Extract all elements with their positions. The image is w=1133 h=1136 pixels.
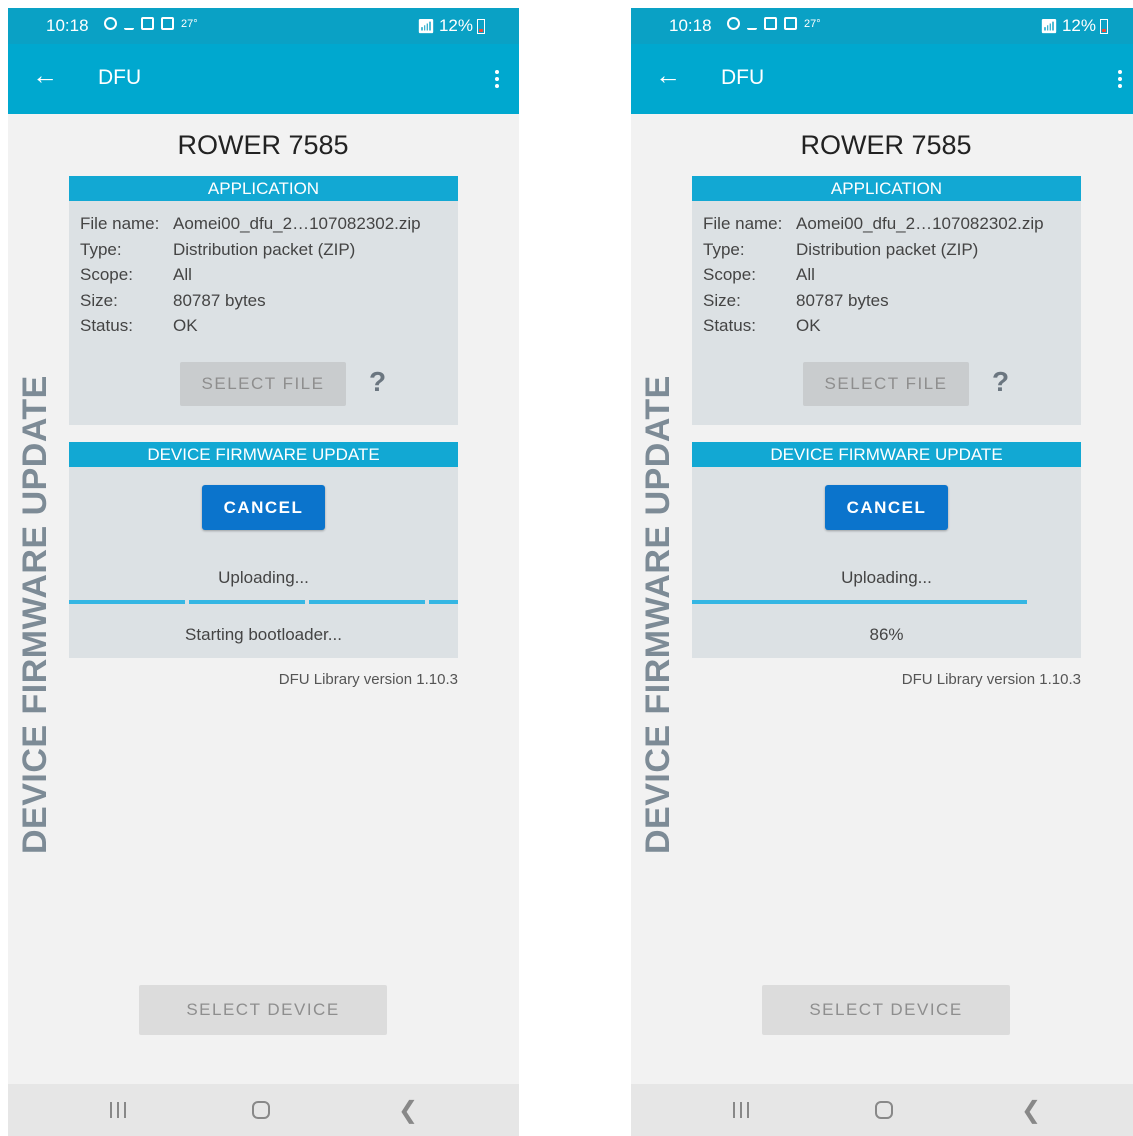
info-row-type: Type: Distribution packet (ZIP)	[703, 239, 979, 259]
application-panel: APPLICATION File name: Aomei00_dfu_2…1070…	[692, 176, 1081, 425]
more-options-icon[interactable]	[1118, 70, 1122, 91]
select-file-button[interactable]: SELECT FILE	[803, 362, 969, 406]
recent-apps-icon[interactable]	[733, 1102, 749, 1118]
status-bar: 10:18 27° 📶︎ 12%	[631, 8, 1133, 44]
info-row-size: Size: 80787 bytes	[80, 290, 266, 310]
device-name: ROWER 7585	[800, 130, 972, 160]
dfu-panel-header: DEVICE FIRMWARE UPDATE	[692, 442, 1081, 467]
file-info: File name: Aomei00_dfu_2…107082302.zip Ty…	[703, 211, 1044, 339]
dfu-panel: DEVICE FIRMWARE UPDATE CANCEL Uploading.…	[692, 442, 1081, 658]
dfu-status-text: Starting bootloader...	[185, 625, 342, 644]
nav-bar: ❮	[631, 1084, 1133, 1136]
battery-icon	[477, 18, 485, 34]
back-arrow-icon[interactable]: ←	[32, 60, 58, 91]
recent-apps-icon[interactable]	[110, 1102, 126, 1118]
info-row-file-name: File name: Aomei00_dfu_2…107082302.zip	[703, 214, 1044, 233]
notification-icons: 27°	[727, 17, 821, 30]
phone-screen-right: 10:18 27° 📶︎ 12% ← DFU DEVICE FIRMWARE U…	[631, 8, 1133, 1136]
wifi-signal-icon: 📶︎	[417, 17, 435, 34]
device-name: ROWER 7585	[177, 130, 349, 160]
sync-icon	[727, 17, 740, 30]
sync-icon	[104, 17, 117, 30]
status-right: 📶︎ 12%	[1040, 16, 1108, 36]
home-icon[interactable]	[252, 1101, 270, 1119]
library-version: DFU Library version 1.10.3	[278, 671, 458, 688]
phone-screen-left: 10:18 27° 📶︎ 12% ← DFU DEVICE FIRMWARE U…	[8, 8, 519, 1136]
info-row-type: Type: Distribution packet (ZIP)	[80, 239, 356, 259]
nav-back-icon[interactable]: ❮	[398, 1096, 418, 1125]
cancel-button[interactable]: CANCEL	[825, 485, 948, 530]
progress-bar-indeterminate	[69, 600, 458, 604]
application-panel-header: APPLICATION	[69, 176, 458, 201]
app-bar: ← DFU	[631, 44, 1133, 114]
screenshot-icon	[161, 17, 174, 30]
screenshot-icon	[784, 17, 797, 30]
weather-temperature: 27°	[181, 17, 198, 30]
status-time: 10:18	[669, 16, 712, 35]
info-row-status: Status: OK	[80, 316, 198, 335]
nav-back-icon[interactable]: ❮	[1021, 1096, 1041, 1125]
status-time: 10:18	[46, 16, 89, 35]
dfu-panel: DEVICE FIRMWARE UPDATE CANCEL Uploading.…	[69, 442, 458, 658]
more-options-icon[interactable]	[495, 70, 499, 91]
cancel-button[interactable]: CANCEL	[202, 485, 325, 530]
select-file-button[interactable]: SELECT FILE	[180, 362, 346, 406]
select-device-button[interactable]: SELECT DEVICE	[139, 985, 387, 1035]
progress-bar	[692, 600, 1081, 604]
app-title: DFU	[721, 66, 765, 89]
help-icon[interactable]: ?	[992, 366, 1009, 398]
uploading-label: Uploading...	[841, 568, 932, 587]
side-section-label: DEVICE FIRMWARE UPDATE	[16, 375, 54, 854]
nav-bar: ❮	[8, 1084, 519, 1136]
info-row-scope: Scope: All	[80, 265, 192, 284]
file-info: File name: Aomei00_dfu_2…107082302.zip Ty…	[80, 211, 421, 339]
app-bar: ← DFU	[8, 44, 519, 114]
weather-temperature: 27°	[804, 17, 821, 30]
status-bar: 10:18 27° 📶︎ 12%	[8, 8, 519, 44]
dfu-status-text: 86%	[869, 625, 904, 644]
battery-percent: 12%	[438, 16, 473, 35]
info-row-status: Status: OK	[703, 316, 821, 335]
notification-icons: 27°	[104, 17, 198, 30]
download-icon	[124, 17, 134, 30]
progress-bar-fill	[692, 600, 1027, 604]
info-row-scope: Scope: All	[703, 265, 815, 284]
library-version: DFU Library version 1.10.3	[901, 671, 1081, 688]
info-row-file-name: File name: Aomei00_dfu_2…107082302.zip	[80, 214, 421, 233]
wifi-signal-icon: 📶︎	[1040, 17, 1058, 34]
app-title: DFU	[98, 66, 142, 89]
download-icon	[747, 17, 757, 30]
help-icon[interactable]: ?	[369, 366, 386, 398]
home-icon[interactable]	[875, 1101, 893, 1119]
back-arrow-icon[interactable]: ←	[655, 60, 681, 91]
dfu-panel-header: DEVICE FIRMWARE UPDATE	[69, 442, 458, 467]
gallery-icon	[141, 17, 154, 30]
info-row-size: Size: 80787 bytes	[703, 290, 889, 310]
side-section-label: DEVICE FIRMWARE UPDATE	[639, 375, 677, 854]
application-panel-header: APPLICATION	[692, 176, 1081, 201]
select-device-button[interactable]: SELECT DEVICE	[762, 985, 1010, 1035]
application-panel: APPLICATION File name: Aomei00_dfu_2…1070…	[69, 176, 458, 425]
battery-icon	[1100, 18, 1108, 34]
uploading-label: Uploading...	[218, 568, 309, 587]
gallery-icon	[764, 17, 777, 30]
battery-percent: 12%	[1061, 16, 1096, 35]
status-right: 📶︎ 12%	[417, 16, 485, 36]
